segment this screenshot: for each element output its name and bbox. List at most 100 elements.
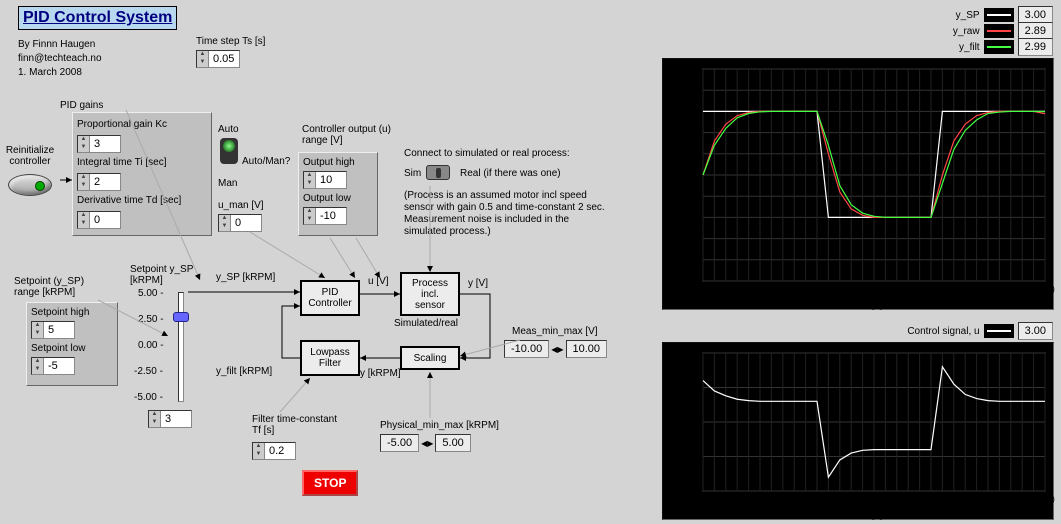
svg-text:25.0: 25.0 — [978, 495, 998, 506]
svg-text:10.0: 10.0 — [807, 285, 827, 296]
spinner-icon[interactable]: ▲▼ — [219, 215, 231, 231]
svg-text:t [s]: t [s] — [865, 508, 883, 520]
sp-range-label: Setpoint (y_SP) range [kRPM] — [14, 276, 84, 298]
svg-text:-4: -4 — [690, 255, 699, 266]
out-high-input[interactable]: ▲▼10 — [303, 171, 347, 189]
chart-top: -5-4-3-2-10123450.05.010.015.020.025.030… — [662, 58, 1054, 310]
spinner-icon[interactable]: ▲▼ — [78, 174, 90, 190]
reinitialize-button[interactable] — [8, 174, 52, 196]
phys-panel: -5.00 ◀▶ 5.00 — [380, 434, 471, 452]
svg-text:2: 2 — [693, 128, 699, 139]
setpoint-slider-thumb[interactable] — [173, 312, 189, 322]
out-low-label: Output low — [303, 193, 373, 204]
sp-low-label: Setpoint low — [31, 343, 113, 354]
spinner-icon[interactable]: ▲▼ — [78, 136, 90, 152]
svg-text:20.0: 20.0 — [921, 495, 941, 506]
legend-ysp-name: y_SP — [956, 10, 980, 21]
svg-text:15.0: 15.0 — [864, 495, 884, 506]
filter-tc-input[interactable]: ▲▼0.2 — [252, 442, 296, 460]
ctrl-out-panel: Output high ▲▼10 Output low ▲▼-10 — [298, 152, 378, 236]
legend-u: Control signal, u 3.00 — [907, 322, 1053, 340]
svg-text:25.0: 25.0 — [978, 285, 998, 296]
svg-text:30.0: 30.0 — [1035, 285, 1055, 296]
automan-toggle[interactable] — [220, 138, 238, 164]
tick-m25: -2.50 - — [134, 366, 163, 377]
author-email: finn@techteach.no — [18, 52, 102, 66]
spinner-icon[interactable]: ◀▶ — [421, 439, 433, 448]
tick-25: 2.50 - — [138, 314, 164, 325]
spinner-icon[interactable]: ▲▼ — [304, 172, 316, 188]
sig-yfilt: y_filt [kRPM] — [216, 366, 272, 377]
pid-gains-label: PID gains — [60, 100, 103, 111]
sp-high-label: Setpoint high — [31, 307, 113, 318]
pid-gains-panel: Proportional gain Kc ▲▼3 Integral time T… — [72, 112, 212, 236]
svg-text:0: 0 — [693, 170, 699, 181]
phys-max: 5.00 — [435, 434, 470, 452]
legend-yraw-name: y_raw — [953, 26, 980, 37]
legend-swatch-icon — [984, 324, 1014, 338]
auto-label: Auto — [218, 124, 239, 135]
sig-ysp: y_SP [kRPM] — [216, 272, 275, 283]
svg-text:10.0: 10.0 — [807, 495, 827, 506]
tick-m5: -5.00 - — [134, 392, 163, 403]
kc-value: 3 — [90, 138, 120, 150]
td-input[interactable]: ▲▼0 — [77, 211, 121, 229]
led-icon — [35, 181, 45, 191]
ti-value: 2 — [90, 176, 120, 188]
tick-5: 5.00 - — [138, 288, 164, 299]
filter-tc-value: 0.2 — [265, 445, 295, 457]
timestep-label: Time step Ts [s] — [196, 36, 265, 47]
out-low-value: -10 — [316, 210, 346, 222]
svg-text:-2: -2 — [690, 212, 699, 223]
ti-label: Integral time Ti [sec] — [77, 157, 207, 168]
out-high-value: 10 — [316, 174, 346, 186]
svg-text:[V]: [V] — [666, 415, 678, 428]
setpoint-slider[interactable] — [178, 292, 184, 402]
spinner-icon[interactable]: ▲▼ — [253, 443, 265, 459]
kc-label: Proportional gain Kc — [77, 119, 207, 130]
sig-ykrpm: y [kRPM] — [360, 368, 401, 379]
svg-text:15.0: 15.0 — [864, 285, 884, 296]
svg-text:1: 1 — [693, 149, 699, 160]
svg-text:0.0: 0.0 — [696, 285, 710, 296]
ctrl-out-label: Controller output (u) range [V] — [302, 124, 391, 146]
spinner-icon[interactable]: ▲▼ — [32, 358, 44, 374]
sim-real-toggle[interactable] — [426, 165, 450, 180]
block-simreal: Simulated/real — [394, 318, 458, 329]
sp-range-panel: Setpoint high ▲▼5 Setpoint low ▲▼-5 — [26, 302, 118, 386]
sp-value-input[interactable]: ▲▼3 — [148, 410, 192, 428]
legend-yfilt-value: 2.99 — [1018, 38, 1053, 56]
sp-low-value: -5 — [44, 360, 74, 372]
ti-input[interactable]: ▲▼2 — [77, 173, 121, 191]
spinner-icon[interactable]: ▲▼ — [78, 212, 90, 228]
legend-swatch-icon — [984, 8, 1014, 22]
spinner-icon[interactable]: ▲▼ — [304, 208, 316, 224]
block-process: Process incl. sensor — [400, 272, 460, 316]
uman-value: 0 — [231, 217, 261, 229]
kc-input[interactable]: ▲▼3 — [77, 135, 121, 153]
svg-text:4: 4 — [693, 85, 699, 96]
timestep-input[interactable]: ▲▼ 0.05 — [196, 50, 240, 68]
phys-min: -5.00 — [380, 434, 419, 452]
spinner-icon[interactable]: ▲▼ — [32, 322, 44, 338]
svg-text:10: 10 — [688, 348, 700, 359]
uman-input[interactable]: ▲▼0 — [218, 214, 262, 232]
out-low-input[interactable]: ▲▼-10 — [303, 207, 347, 225]
spinner-icon[interactable]: ◀▶ — [551, 345, 563, 354]
meas-min: -10.00 — [504, 340, 549, 358]
svg-text:-5: -5 — [690, 452, 699, 463]
out-high-label: Output high — [303, 157, 373, 168]
spinner-icon[interactable]: ▲▼ — [197, 51, 209, 67]
legend-yfilt: y_filt 2.99 — [959, 38, 1053, 56]
author-date: 1. March 2008 — [18, 66, 102, 80]
sp-low-input[interactable]: ▲▼-5 — [31, 357, 75, 375]
spinner-icon[interactable]: ▲▼ — [149, 411, 161, 427]
meas-max: 10.00 — [566, 340, 608, 358]
stop-button[interactable]: STOP — [302, 470, 358, 496]
svg-text:-3: -3 — [690, 234, 699, 245]
chart-bottom-svg: -10-505100.05.010.015.020.025.030.0t [s]… — [663, 343, 1055, 521]
svg-text:5.0: 5.0 — [753, 285, 767, 296]
block-scaling: Scaling — [400, 346, 460, 370]
svg-text:[krpm]: [krpm] — [666, 160, 678, 191]
sp-high-input[interactable]: ▲▼5 — [31, 321, 75, 339]
